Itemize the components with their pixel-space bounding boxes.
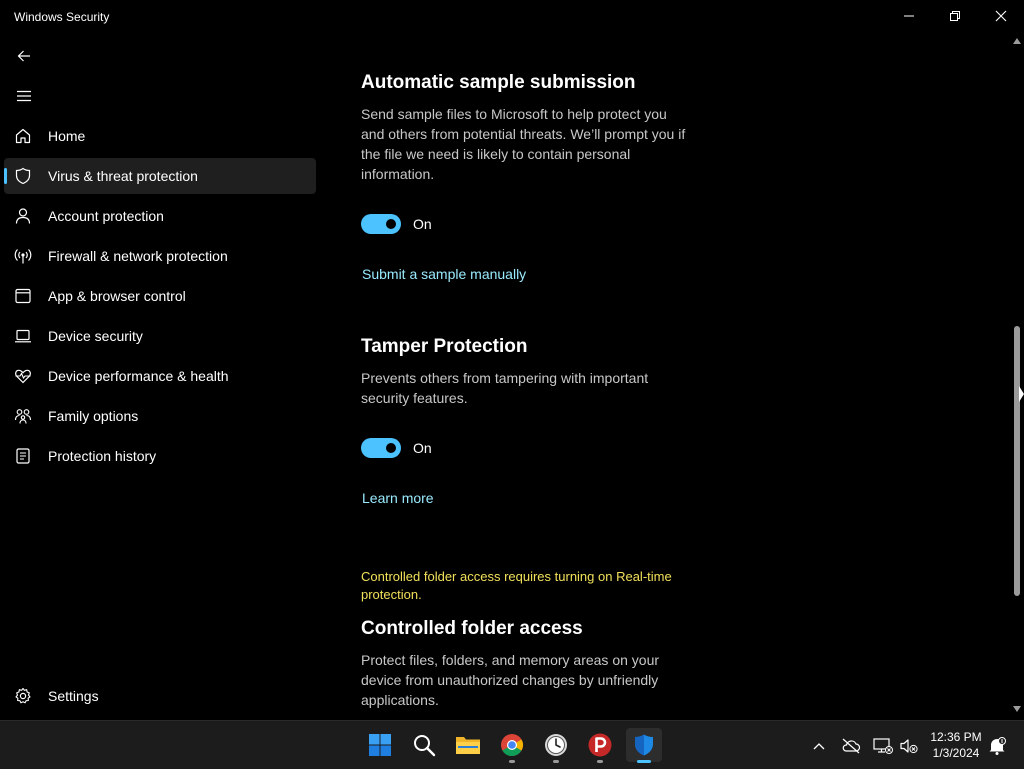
tamper-protection-toggle[interactable] bbox=[361, 438, 401, 458]
running-indicator bbox=[509, 760, 515, 763]
taskbar-file-explorer[interactable] bbox=[450, 728, 486, 762]
taskbar-search-button[interactable] bbox=[406, 728, 442, 762]
windows-start-icon bbox=[369, 734, 391, 756]
tamper-protection-toggle-label: On bbox=[413, 440, 432, 456]
taskbar-windows-security[interactable] bbox=[626, 728, 662, 763]
toggle-knob bbox=[386, 443, 396, 453]
controlled-folder-title: Controlled folder access bbox=[361, 618, 583, 639]
sidebar-item-label: Protection history bbox=[48, 448, 157, 464]
sample-submission-toggle[interactable] bbox=[361, 214, 401, 234]
sidebar-item-virus-threat-protection[interactable]: Virus & threat protection bbox=[4, 158, 316, 194]
active-indicator bbox=[637, 760, 651, 763]
tamper-protection-toggle-row: On bbox=[361, 438, 432, 458]
cloud-offline-icon bbox=[842, 738, 861, 754]
running-indicator bbox=[553, 760, 559, 763]
restore-icon bbox=[950, 11, 960, 21]
clock-app-icon bbox=[545, 734, 567, 756]
running-indicator bbox=[597, 760, 603, 763]
sidebar-item-settings[interactable]: Settings bbox=[4, 678, 316, 714]
sidebar-item-device-security[interactable]: Device security bbox=[4, 318, 316, 354]
sidebar-item-label: Account protection bbox=[48, 208, 164, 224]
history-icon bbox=[16, 448, 30, 464]
notification-bell-icon bbox=[989, 737, 1006, 755]
sidebar-item-label: Family options bbox=[48, 408, 139, 424]
sidebar-item-account-protection[interactable]: Account protection bbox=[4, 198, 316, 234]
volume-muted-icon bbox=[900, 739, 918, 754]
back-button[interactable] bbox=[6, 38, 42, 74]
title-bar: Windows Security bbox=[0, 0, 1024, 34]
app-window-icon bbox=[15, 288, 31, 304]
clock-time: 12:36 PM bbox=[930, 730, 982, 744]
sidebar-item-label: Home bbox=[48, 128, 86, 144]
tamper-protection-title: Tamper Protection bbox=[361, 336, 528, 357]
network-disconnected-icon bbox=[873, 738, 893, 754]
sample-submission-toggle-row: On bbox=[361, 214, 432, 234]
hamburger-menu-icon bbox=[17, 90, 31, 102]
sidebar-item-family-options[interactable]: Family options bbox=[4, 398, 316, 434]
scroll-down-arrow-icon[interactable] bbox=[1013, 706, 1021, 712]
sample-submission-title: Automatic sample submission bbox=[361, 72, 636, 93]
scroll-up-arrow-icon[interactable] bbox=[1013, 38, 1021, 44]
chevron-up-icon bbox=[813, 743, 825, 750]
toggle-knob bbox=[386, 219, 396, 229]
psiphon-icon bbox=[588, 733, 612, 757]
taskbar-start-button[interactable] bbox=[362, 728, 398, 762]
search-icon bbox=[414, 735, 436, 757]
sidebar-item-protection-history[interactable]: Protection history bbox=[4, 438, 316, 474]
sidebar-item-device-performance[interactable]: Device performance & health bbox=[4, 358, 316, 394]
file-explorer-icon bbox=[456, 737, 480, 754]
sample-submission-description: Send sample files to Microsoft to help p… bbox=[361, 106, 686, 182]
scrollbar-thumb[interactable] bbox=[1014, 326, 1020, 596]
taskbar-clock[interactable]: 12:36 PM 1/3/2024 bbox=[926, 729, 986, 761]
minimize-button[interactable] bbox=[886, 0, 932, 32]
tray-volume[interactable] bbox=[898, 735, 920, 757]
windows-security-icon bbox=[635, 734, 653, 756]
taskbar-psiphon[interactable] bbox=[582, 728, 618, 763]
gear-icon bbox=[15, 687, 31, 704]
sidebar-item-label: App & browser control bbox=[48, 288, 186, 304]
menu-button[interactable] bbox=[6, 78, 42, 114]
home-icon bbox=[15, 128, 31, 144]
laptop-icon bbox=[15, 329, 31, 343]
sidebar-item-app-browser-control[interactable]: App & browser control bbox=[4, 278, 316, 314]
minimize-icon bbox=[904, 15, 914, 17]
learn-more-link[interactable]: Learn more bbox=[362, 490, 434, 506]
tamper-protection-description: Prevents others from tampering with impo… bbox=[361, 370, 649, 406]
sidebar-item-label: Device performance & health bbox=[48, 368, 229, 384]
sidebar-item-home[interactable]: Home bbox=[4, 118, 316, 154]
close-button[interactable] bbox=[978, 0, 1024, 32]
wireless-icon bbox=[14, 249, 32, 264]
close-icon bbox=[995, 10, 1007, 22]
taskbar: 12:36 PM 1/3/2024 bbox=[0, 720, 1024, 769]
app-title: Windows Security bbox=[14, 10, 110, 24]
chrome-icon bbox=[501, 734, 523, 756]
notification-center-button[interactable] bbox=[986, 735, 1008, 757]
tray-network[interactable] bbox=[872, 735, 894, 757]
mouse-cursor-icon bbox=[1019, 386, 1024, 402]
person-icon bbox=[15, 208, 31, 224]
controlled-folder-warning: Controlled folder access requires turnin… bbox=[361, 569, 672, 602]
taskbar-chrome[interactable] bbox=[494, 728, 530, 763]
controlled-folder-description: Protect files, folders, and memory areas… bbox=[361, 652, 660, 708]
sidebar-item-label: Firewall & network protection bbox=[48, 248, 228, 264]
restore-button[interactable] bbox=[932, 0, 978, 32]
heart-pulse-icon bbox=[15, 369, 31, 384]
shield-icon bbox=[15, 167, 31, 185]
sample-submission-toggle-label: On bbox=[413, 216, 432, 232]
sidebar-item-label: Virus & threat protection bbox=[48, 168, 198, 184]
tray-onedrive[interactable] bbox=[840, 735, 862, 757]
settings-label: Settings bbox=[48, 688, 99, 704]
sidebar-item-firewall[interactable]: Firewall & network protection bbox=[4, 238, 316, 274]
show-hidden-icons-button[interactable] bbox=[808, 735, 830, 757]
family-icon bbox=[14, 409, 32, 424]
sidebar-item-label: Device security bbox=[48, 328, 143, 344]
submit-sample-manually-link[interactable]: Submit a sample manually bbox=[362, 266, 526, 282]
clock-date: 1/3/2024 bbox=[932, 746, 980, 760]
taskbar-clock-app[interactable] bbox=[538, 728, 574, 763]
back-arrow-icon bbox=[17, 50, 30, 62]
